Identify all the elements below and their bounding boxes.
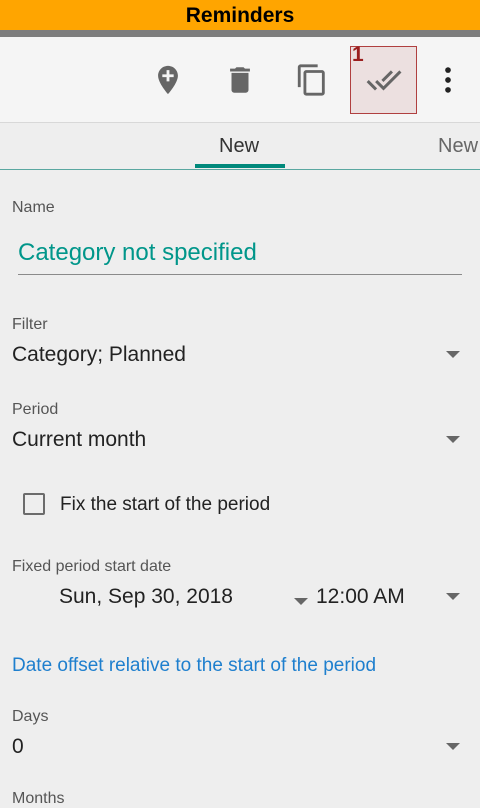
period-select[interactable]: Current month [12,428,146,452]
app-title: Reminders [185,4,295,27]
filter-label: Filter [12,316,48,333]
fixed-start-date-picker[interactable]: Sun, Sep 30, 2018 [59,585,233,609]
copy-icon [297,63,325,96]
copy-button[interactable] [284,37,340,122]
title-bar: Reminders [0,0,480,30]
fixed-start-time-picker[interactable]: 12:00 AM [316,585,405,609]
days-dropdown-icon[interactable] [446,743,460,750]
months-label: Months [12,790,65,807]
active-tab-indicator [195,164,285,168]
more-options-button[interactable] [420,37,476,122]
tab-new-second[interactable]: New [438,135,478,158]
add-location-button[interactable] [140,37,196,122]
tab-bar: New New [0,123,480,170]
period-dropdown-icon[interactable] [446,436,460,443]
fix-start-label[interactable]: Fix the start of the period [60,494,270,516]
name-value: Category not specified [18,239,257,266]
date-offset-link[interactable]: Date offset relative to the start of the… [12,655,376,677]
fix-start-checkbox[interactable] [23,493,45,515]
tab-new[interactable]: New [219,135,259,158]
name-input[interactable]: Category not specified [18,238,462,275]
double-check-icon [366,70,401,91]
apply-count-badge: 1 [352,43,364,66]
toolbar: 1 [0,37,480,123]
delete-button[interactable] [212,37,268,122]
time-dropdown-icon[interactable] [446,593,460,600]
date-dropdown-icon[interactable] [294,598,308,605]
days-label: Days [12,708,49,725]
trash-icon [230,66,250,93]
add-location-icon [158,65,178,94]
apply-button[interactable]: 1 [350,43,417,114]
days-select[interactable]: 0 [12,735,24,759]
name-label: Name [12,199,55,216]
period-label: Period [12,401,59,418]
fixed-start-label: Fixed period start date [12,558,172,575]
title-divider [0,30,480,37]
filter-select[interactable]: Category; Planned [12,343,186,367]
filter-dropdown-icon[interactable] [446,351,460,358]
more-vert-icon [445,66,451,93]
